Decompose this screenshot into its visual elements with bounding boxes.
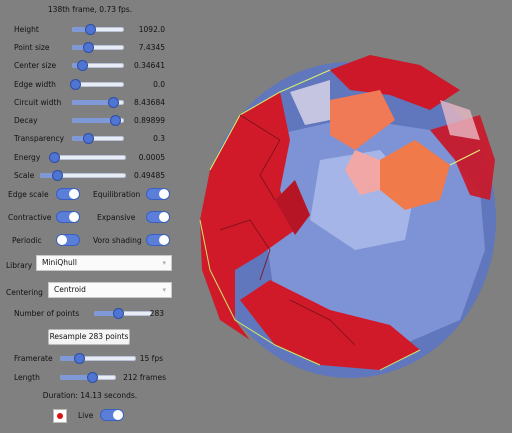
duration-text: Duration: 14.13 seconds.: [42, 391, 138, 400]
voro-shading-toggle[interactable]: [146, 234, 170, 246]
center-size-value: 0.34641: [133, 61, 165, 70]
decay-label: Decay: [14, 116, 38, 125]
scale-slider[interactable]: [40, 171, 126, 180]
scale-label: Scale: [14, 171, 35, 180]
centering-value: Centroid: [54, 285, 86, 294]
chevron-down-icon: ▾: [162, 259, 166, 267]
length-value: 212 frames: [123, 373, 166, 382]
transparency-label: Transparency: [14, 134, 65, 143]
edge-width-value: 0.0: [153, 80, 165, 89]
edge-width-label: Edge width: [14, 80, 56, 89]
library-select[interactable]: MiniQhull ▾: [36, 255, 172, 271]
live-label: Live: [78, 411, 94, 420]
number-of-points-value: 283: [149, 309, 164, 318]
equilibration-label: Equilibration: [93, 190, 141, 199]
chevron-down-icon: ▾: [162, 286, 166, 294]
energy-slider[interactable]: [50, 153, 126, 162]
expansive-toggle[interactable]: [146, 211, 170, 223]
scale-value: 0.49485: [133, 171, 165, 180]
voro-shading-label: Voro shading: [93, 236, 142, 245]
number-of-points-label: Number of points: [14, 309, 80, 318]
contractive-label: Contractive: [8, 213, 52, 222]
edge-scale-toggle[interactable]: [56, 188, 80, 200]
centering-label: Centering: [6, 288, 43, 297]
equilibration-toggle[interactable]: [146, 188, 170, 200]
voronoi-sphere-view[interactable]: [180, 0, 512, 433]
height-value: 1092.0: [138, 25, 165, 34]
length-label: Length: [14, 373, 40, 382]
periodic-toggle[interactable]: [56, 234, 80, 246]
decay-value: 0.89899: [133, 116, 165, 125]
point-size-label: Point size: [14, 43, 50, 52]
live-toggle[interactable]: [100, 409, 124, 421]
edge-scale-label: Edge scale: [8, 190, 49, 199]
center-size-label: Center size: [14, 61, 57, 70]
energy-label: Energy: [14, 153, 41, 162]
framerate-value: 15 fps: [139, 354, 163, 363]
expansive-label: Expansive: [97, 213, 136, 222]
library-label: Library: [6, 261, 33, 270]
circuit-width-value: 8.43684: [133, 98, 165, 107]
resample-button[interactable]: Resample 283 points: [48, 329, 130, 345]
framerate-label: Framerate: [14, 354, 53, 363]
record-dot-icon: [57, 413, 63, 419]
control-panel: 138th frame, 0.73 fps. Height 1092.0 Poi…: [0, 0, 180, 433]
record-button[interactable]: [53, 409, 67, 423]
library-value: MiniQhull: [42, 258, 77, 267]
transparency-value: 0.3: [153, 134, 165, 143]
centering-select[interactable]: Centroid ▾: [48, 282, 172, 298]
length-slider[interactable]: [60, 373, 116, 382]
energy-value: 0.0005: [138, 153, 165, 162]
height-label: Height: [14, 25, 39, 34]
circuit-width-label: Circuit width: [14, 98, 62, 107]
point-size-value: 7.4345: [138, 43, 165, 52]
contractive-toggle[interactable]: [56, 211, 80, 223]
frame-info: 138th frame, 0.73 fps.: [47, 5, 133, 14]
periodic-label: Periodic: [12, 236, 42, 245]
